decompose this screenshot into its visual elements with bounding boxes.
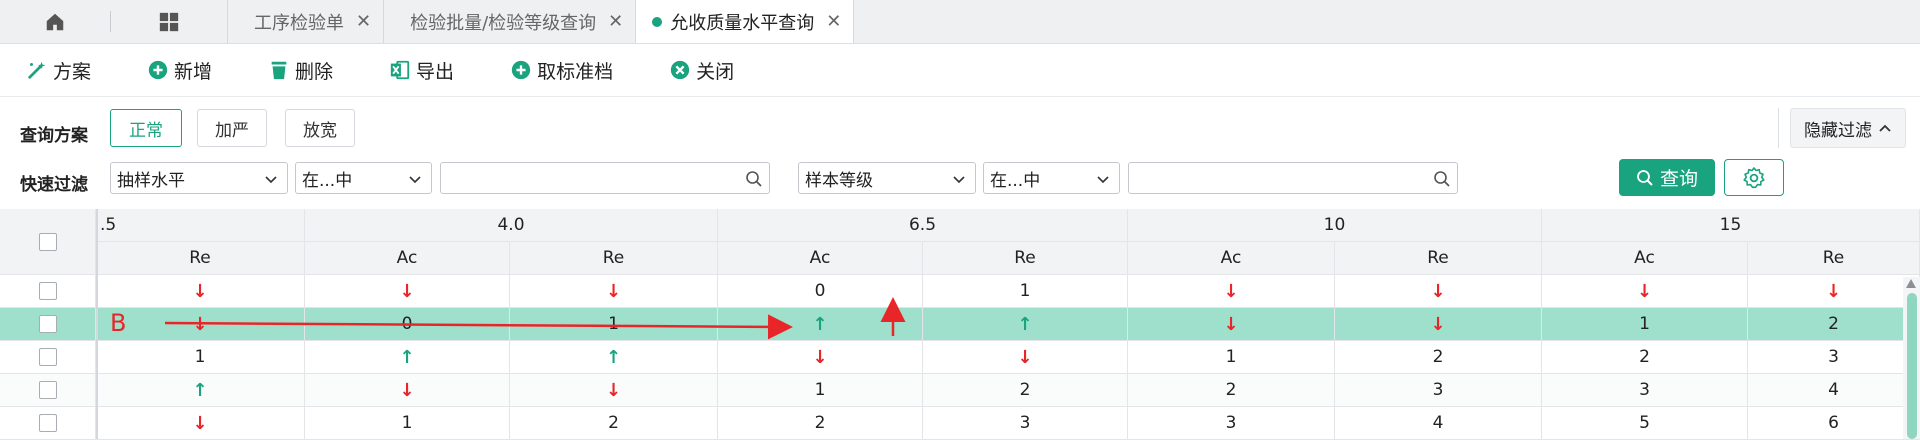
annotation-overlay <box>164 297 906 340</box>
annotation-arrow-right <box>164 314 793 340</box>
annotation-label: B <box>110 309 127 337</box>
